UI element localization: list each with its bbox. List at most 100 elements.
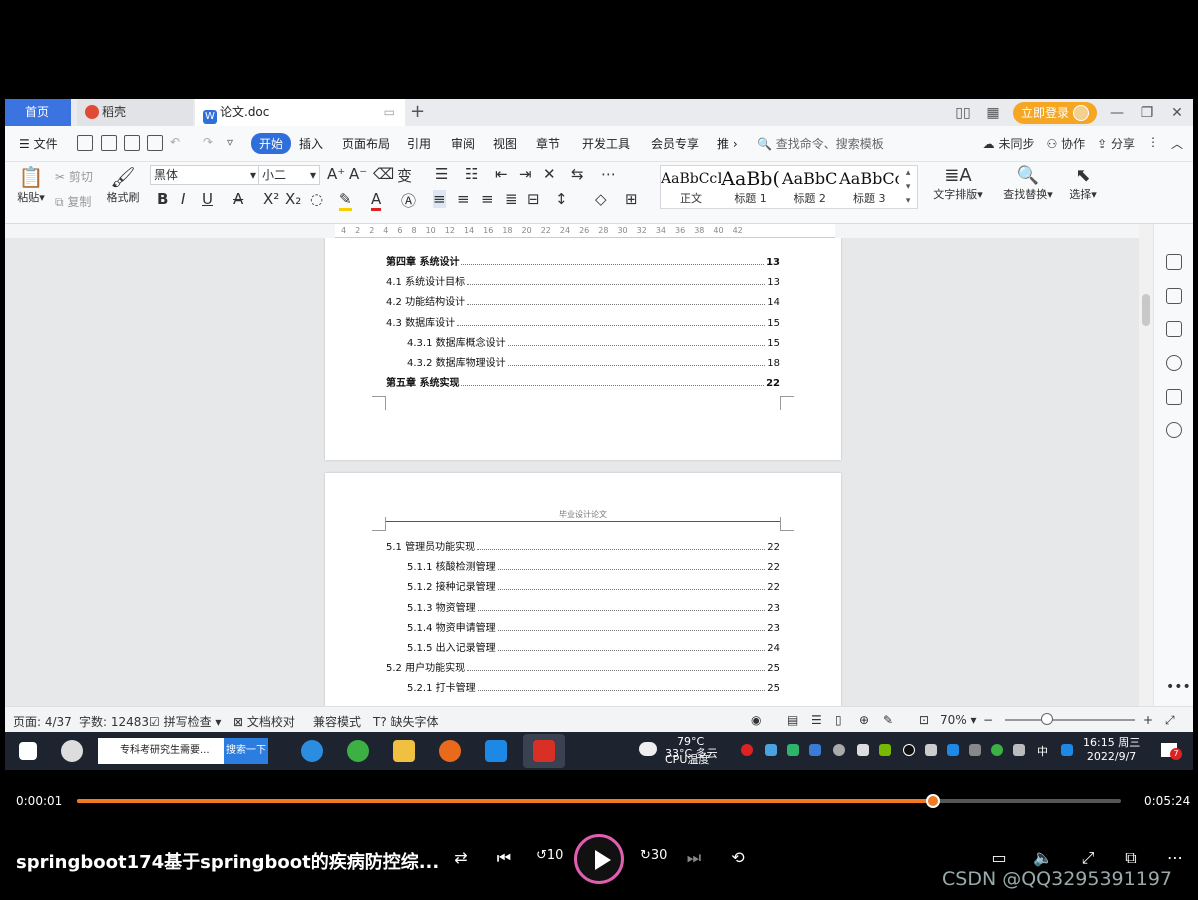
usb-icon[interactable] — [969, 744, 981, 756]
subtitles-icon[interactable]: ▭ — [988, 848, 1010, 867]
image-tools-icon[interactable] — [1166, 389, 1182, 405]
rewind-button[interactable]: ↺10 — [536, 848, 563, 863]
previous-icon[interactable]: ⏮ — [493, 848, 515, 868]
tray-app-icon[interactable] — [765, 744, 777, 756]
next-icon[interactable]: ⏭ — [683, 848, 705, 868]
style-normal[interactable]: AaBbCcI 正文 — [661, 166, 721, 208]
select-button[interactable]: ⬉ 选择▾ — [1063, 165, 1103, 202]
chinese-layout-icon[interactable]: ✕ — [543, 165, 556, 183]
taskbar-search-button[interactable]: 搜索一下 — [224, 738, 268, 764]
volume-icon[interactable]: 🔈 — [1032, 848, 1054, 867]
align-right-icon[interactable]: ≡ — [481, 190, 494, 208]
new-tab-button[interactable]: + — [410, 101, 425, 122]
fit-page-icon[interactable]: ⊡ — [919, 713, 929, 727]
tab-document[interactable]: W 论文.doc ▭ — [195, 99, 405, 126]
tab-page-layout[interactable]: 页面布局 — [342, 135, 390, 152]
font-size-select[interactable]: 小二 ▾ — [258, 165, 320, 185]
copy-button[interactable]: ⧉ 复制 — [55, 193, 91, 210]
ime-indicator[interactable]: 中 — [1037, 743, 1048, 759]
decrease-indent-icon[interactable]: ⇤ — [495, 165, 508, 183]
battery-icon[interactable] — [925, 744, 937, 756]
save-icon[interactable] — [77, 135, 93, 151]
toc-entry[interactable]: 4.2 功能结构设计 14 — [386, 293, 780, 308]
eye-protect-icon[interactable]: ◉ — [751, 713, 761, 727]
vertical-scrollbar[interactable] — [1139, 224, 1153, 706]
increase-indent-icon[interactable]: ⇥ — [519, 165, 532, 183]
close-icon[interactable]: ✕ — [1167, 105, 1187, 121]
bullet-list-icon[interactable]: ☰ — [435, 165, 448, 183]
sync-button[interactable]: ☁ 未同步 — [983, 135, 1035, 152]
tab-close-icon[interactable]: ▭ — [384, 99, 395, 126]
font-color-icon[interactable]: A — [371, 190, 382, 211]
taskbar-search-input[interactable]: 专科考研究生需要... — [98, 738, 224, 764]
web-view-icon[interactable]: ⊕ — [859, 713, 869, 727]
tab-member[interactable]: 会员专享 — [651, 135, 699, 152]
bluetooth-icon[interactable] — [947, 744, 959, 756]
align-left-icon[interactable]: ≡ — [433, 190, 446, 208]
toc-entry[interactable]: 4.1 系统设计目标 13 — [386, 273, 780, 288]
file-explorer-icon[interactable] — [393, 740, 415, 762]
tab-home[interactable]: 首页 — [5, 99, 71, 126]
phonetic-icon[interactable]: 变 — [397, 165, 412, 186]
toc-entry[interactable]: 5.1.4 物资申请管理 23 — [407, 619, 780, 634]
tab-references[interactable]: 引用 — [407, 135, 431, 152]
toc-entry[interactable]: 4.3 数据库设计 15 — [386, 314, 780, 329]
tab-chapter[interactable]: 章节 — [536, 135, 560, 152]
adjust-sliders-icon[interactable] — [1166, 321, 1182, 337]
help-icon[interactable] — [1166, 355, 1182, 371]
document-canvas[interactable]: 第四章 系统设计 13 4.1 系统设计目标 13 4.2 功能结构设计 14 4.3 数据… — [5, 238, 1139, 706]
write-mode-icon[interactable]: ✎ — [883, 713, 893, 727]
style-heading-1[interactable]: AaBb(标题 1 — [721, 166, 780, 208]
toc-entry[interactable]: 第四章 系统设计 13 — [386, 253, 780, 268]
shrink-font-icon[interactable]: A⁻ — [349, 165, 367, 183]
underline-icon[interactable]: U — [202, 190, 213, 208]
toc-entry[interactable]: 5.1 管理员功能实现 22 — [386, 538, 780, 553]
windows-start-icon[interactable] — [19, 742, 37, 760]
redo-icon[interactable]: ↷ — [203, 135, 213, 149]
input-method-icon[interactable] — [1061, 744, 1073, 756]
quick-access-dropdown-icon[interactable]: ▿ — [227, 135, 233, 149]
fullscreen-icon[interactable]: ⤢ — [1165, 713, 1175, 728]
spell-check-button[interactable]: ☑ 拼写检查 ▾ — [149, 713, 221, 730]
loop-icon[interactable]: ⟲ — [727, 848, 749, 867]
superscript-icon[interactable]: X² — [263, 190, 279, 208]
flower-app-icon[interactable] — [61, 740, 83, 762]
export-pdf-icon[interactable] — [101, 135, 117, 151]
fullscreen-icon[interactable]: ⤢ — [1077, 848, 1099, 868]
more-dots-icon[interactable]: ••• — [1166, 679, 1191, 695]
borders-icon[interactable]: ⊞ — [625, 190, 638, 208]
qq-icon[interactable] — [903, 744, 915, 756]
scrollbar-thumb[interactable] — [1142, 294, 1150, 326]
tab-insert[interactable]: 插入 — [299, 135, 323, 152]
nvidia-icon[interactable] — [879, 744, 891, 756]
char-border-icon[interactable]: Ⓐ — [401, 190, 416, 211]
toc-entry[interactable]: 5.1.1 核酸检测管理 22 — [407, 558, 780, 573]
align-center-icon[interactable]: ≡ — [457, 190, 470, 208]
missing-font-button[interactable]: T? 缺失字体 — [373, 713, 439, 730]
reading-layout-icon[interactable]: ▯▯ — [953, 105, 973, 121]
word-count[interactable]: 字数: 12483 — [79, 713, 149, 730]
restore-icon[interactable]: ❐ — [1137, 105, 1157, 121]
bold-icon[interactable]: B — [157, 190, 168, 208]
paste-button[interactable]: 📋 粘贴▾ — [13, 165, 49, 205]
shield-icon[interactable] — [809, 744, 821, 756]
strikethrough-icon[interactable]: A — [233, 190, 243, 208]
play-button[interactable] — [574, 834, 624, 884]
toc-entry[interactable]: 5.2.1 打卡管理 25 — [407, 679, 780, 694]
tab-daoke[interactable]: 稻壳 — [77, 99, 193, 126]
style-scroll-icon[interactable]: ▴ ▾ ▾ — [899, 166, 917, 208]
media-player-icon[interactable] — [439, 740, 461, 762]
more-options-icon[interactable]: ⋮ — [1147, 135, 1159, 152]
subscript-icon[interactable]: X₂ — [285, 190, 301, 208]
grow-font-icon[interactable]: A⁺ — [327, 165, 345, 183]
tray-app-icon[interactable] — [741, 744, 753, 756]
horizontal-ruler[interactable]: 4 2 2 4 6 8 10 12 14 16 18 20 22 24 26 28 30 32 34 36 38 40 42 — [5, 224, 1193, 238]
picture-in-picture-icon[interactable]: ⧉ — [1120, 848, 1142, 868]
minimize-icon[interactable]: — — [1107, 105, 1127, 121]
action-center-icon[interactable]: 7 — [1161, 743, 1182, 760]
print-icon[interactable] — [124, 135, 140, 151]
shading-icon[interactable]: ◇ — [595, 190, 607, 208]
numbered-list-icon[interactable]: ☷ — [465, 165, 478, 183]
store-app-icon[interactable] — [485, 740, 507, 762]
collaborate-button[interactable]: ⚇ 协作 — [1047, 135, 1086, 152]
